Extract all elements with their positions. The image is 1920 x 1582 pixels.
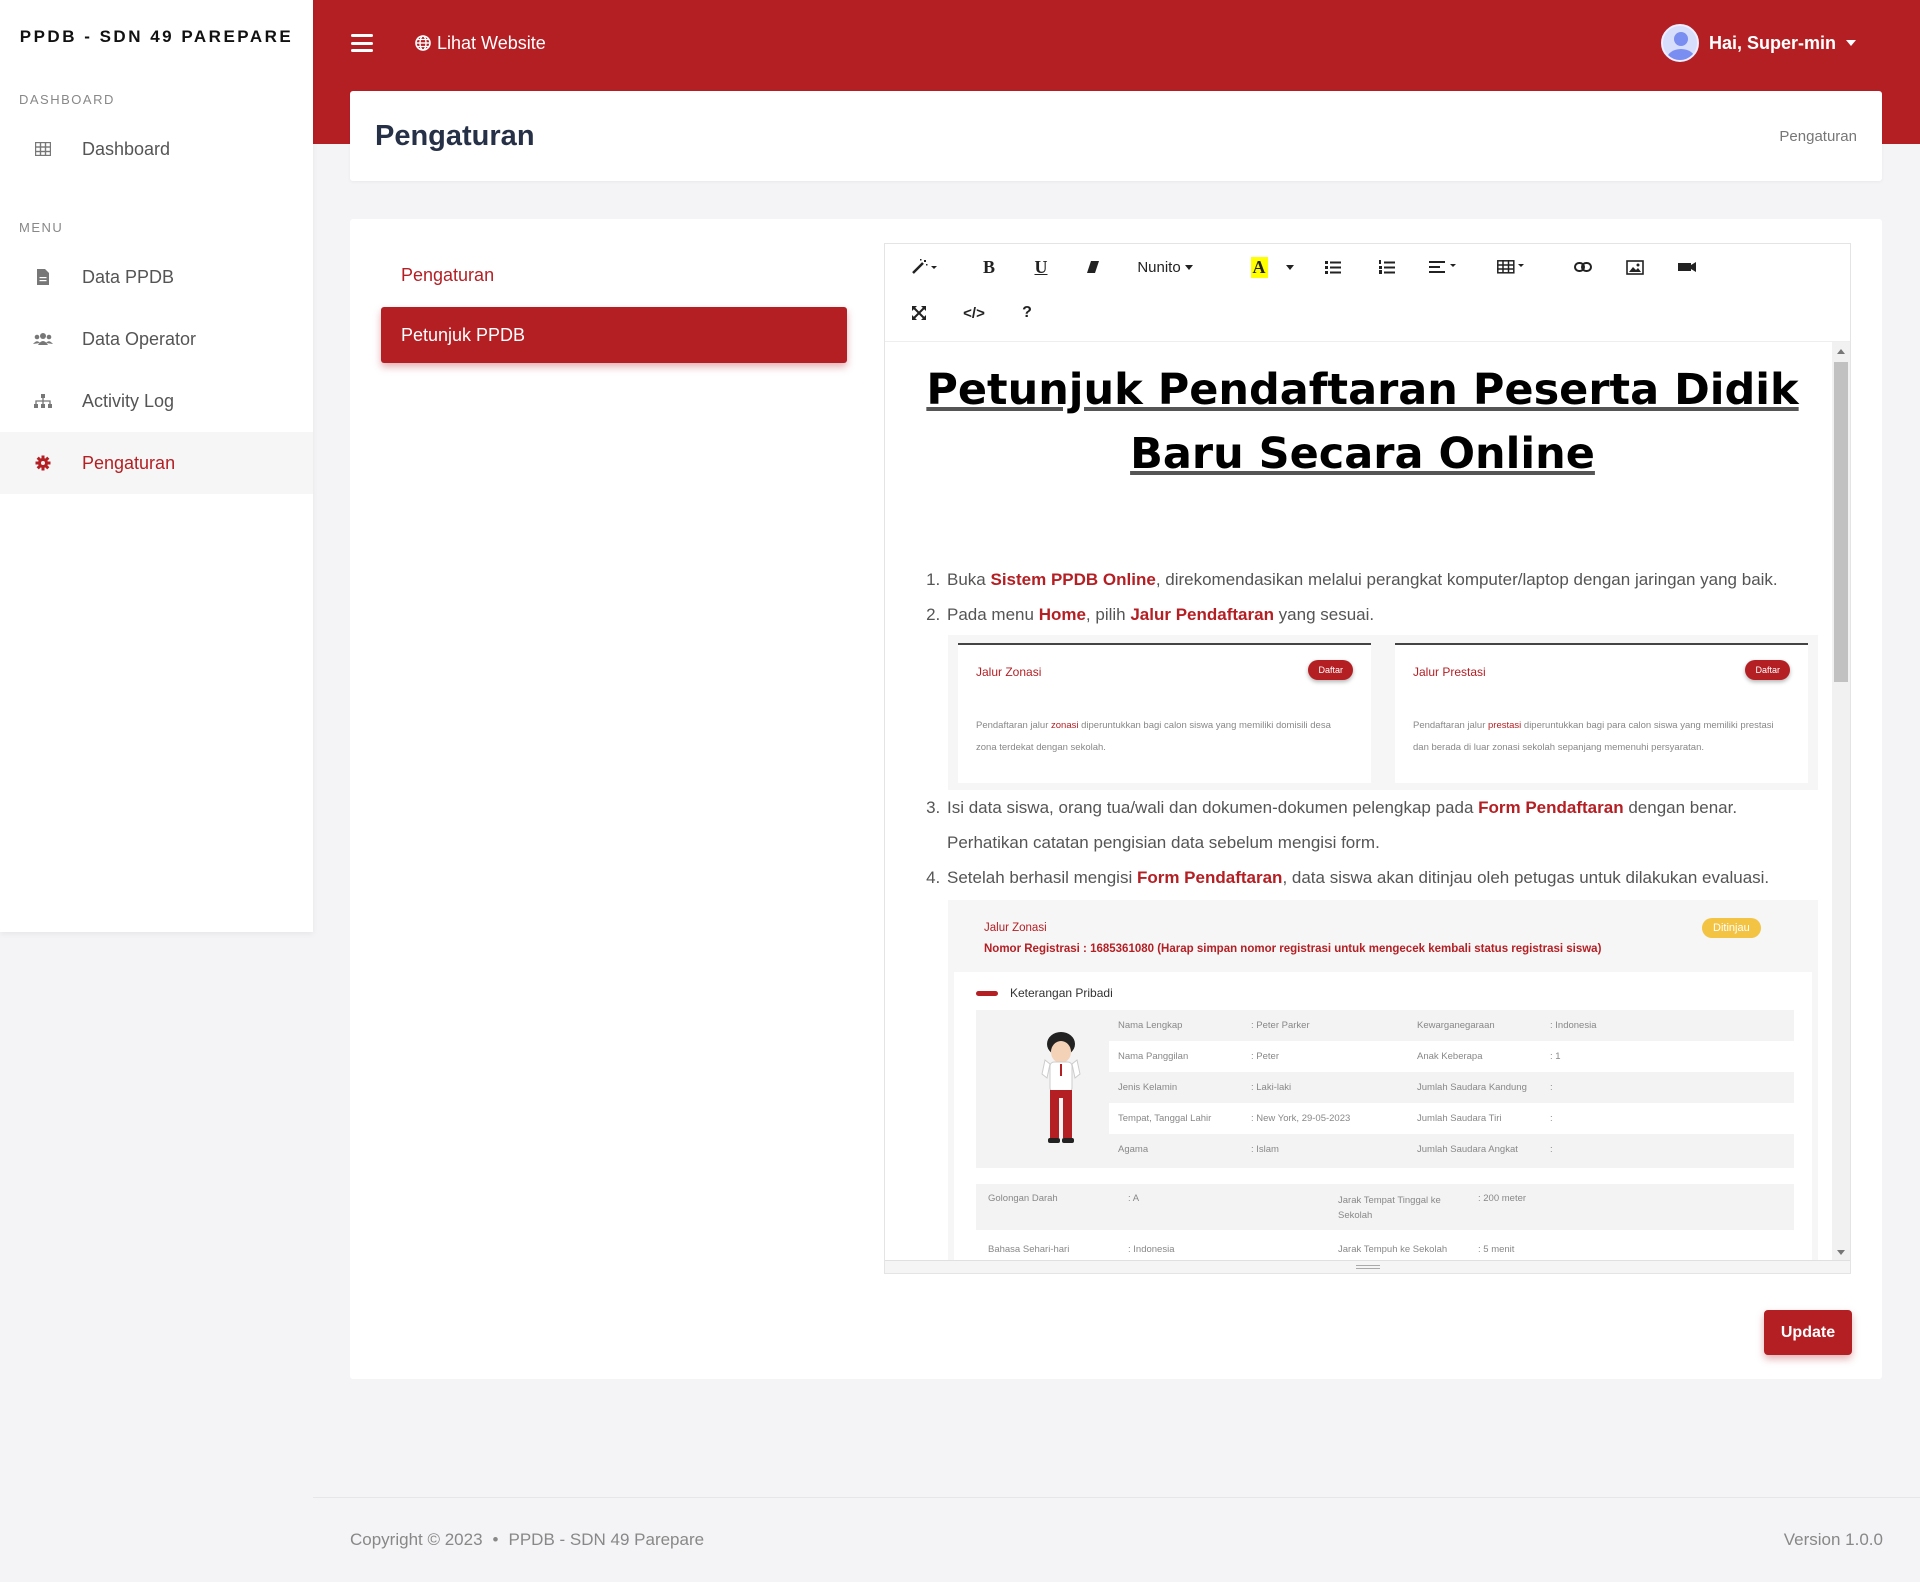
highlight-icon: A: [1250, 256, 1268, 278]
sidebar-item-label: Pengaturan: [82, 452, 176, 473]
sidebar-item-pengaturan[interactable]: Pengaturan: [0, 432, 313, 494]
sidebar-item-label: Activity Log: [82, 390, 175, 411]
info-row: Bahasa Sehari-hari: Indonesia Jarak Tempu…: [988, 1244, 1515, 1255]
ordered-list-icon[interactable]: [1375, 252, 1399, 282]
gear-icon: [33, 453, 53, 473]
update-button[interactable]: Update: [1764, 1310, 1852, 1355]
underline-button[interactable]: U: [1029, 252, 1053, 282]
brand-title[interactable]: PPDB - SDN 49 PAREPARE: [0, 0, 313, 74]
registration-number: Nomor Registrasi : 1685361080 (Harap sim…: [984, 943, 1602, 955]
user-menu[interactable]: Hai, Super-min: [1660, 24, 1856, 62]
settings-tabs: Pengaturan Petunjuk PPDB: [381, 249, 847, 363]
registration-header: Jalur Zonasi Nomor Registrasi : 16853610…: [984, 918, 1601, 960]
jalur-title: Jalur Zonasi: [976, 665, 1042, 679]
footer-separator: •: [492, 1530, 499, 1549]
editor-scrollbar[interactable]: [1832, 342, 1850, 1262]
jalur-screenshot: Jalur Zonasi Daftar Pendaftaran jalur zo…: [948, 635, 1818, 790]
align-icon[interactable]: [1425, 252, 1461, 282]
registration-body: Keterangan Pribadi Nama Lengkap: Peter …: [954, 972, 1812, 1262]
sidebar-item-data-ppdb[interactable]: Data PPDB: [0, 246, 313, 308]
list-item: Buka Sistem PPDB Online, direkomendasika…: [945, 562, 1815, 597]
jalur-description: Pendaftaran jalur zonasi diperuntukkan b…: [976, 720, 1331, 753]
registration-screenshot: Jalur Zonasi Nomor Registrasi : 16853610…: [948, 900, 1818, 1262]
chevron-down-icon: [1846, 40, 1856, 46]
footer-app-name: PPDB - SDN 49 Parepare: [508, 1530, 705, 1549]
info-row: Agama: Islam Jumlah Saudara Angkat:: [1109, 1134, 1794, 1165]
info-row: Nama Lengkap: Peter Parker Kewarganegaraa…: [1109, 1010, 1794, 1041]
info-row: Tempat, Tanggal Lahir: New York, 29-05-2…: [1109, 1103, 1794, 1134]
view-website-link[interactable]: Lihat Website: [415, 33, 546, 54]
section-heading: Keterangan Pribadi: [976, 986, 1113, 1000]
scroll-down-icon[interactable]: [1837, 1250, 1845, 1255]
avatar: [1660, 24, 1699, 62]
tab-petunjuk-ppdb[interactable]: Petunjuk PPDB: [381, 307, 847, 363]
registration-jalur: Jalur Zonasi: [984, 922, 1047, 934]
settings-card: Pengaturan Petunjuk PPDB B U Nunito A </…: [350, 219, 1882, 1379]
student-illustration: [1041, 1032, 1081, 1143]
sidebar-item-label: Data Operator: [82, 328, 197, 349]
editor-toolbar: B U Nunito A </> ?: [885, 244, 1850, 342]
globe-icon: [415, 35, 431, 51]
page-header: Pengaturan Pengaturan: [350, 91, 1882, 181]
editor-resize-handle[interactable]: [885, 1260, 1850, 1273]
jalur-card: Jalur Prestasi Daftar Pendaftaran jalur …: [1395, 643, 1808, 783]
unordered-list-icon[interactable]: [1321, 252, 1345, 282]
page-title: Pengaturan: [375, 119, 535, 152]
info-row: Nama Panggilan: Peter Anak Keberapa: 1: [1109, 1041, 1794, 1072]
section-label-menu: MENU: [19, 220, 64, 235]
tab-pengaturan[interactable]: Pengaturan: [381, 249, 847, 301]
jalur-title: Jalur Prestasi: [1413, 665, 1486, 679]
image-icon[interactable]: [1623, 252, 1647, 282]
section-label-dashboard: DASHBOARD: [19, 92, 115, 107]
sidebar-item-label: Dashboard: [82, 138, 171, 159]
daftar-button: Daftar: [1308, 660, 1353, 680]
status-badge: Ditinjau: [1702, 918, 1761, 938]
footer-version: Version 1.0.0: [1783, 1530, 1883, 1549]
menu-toggle-icon[interactable]: [351, 34, 373, 52]
help-button[interactable]: ?: [1015, 298, 1039, 328]
jalur-description: Pendaftaran jalur prestasi diperuntukkan…: [1413, 720, 1774, 753]
view-website-label: Lihat Website: [437, 32, 546, 53]
breadcrumb: Pengaturan: [1779, 127, 1857, 145]
scrollbar-thumb[interactable]: [1834, 362, 1848, 682]
top-navbar: Lihat Website Hai, Super-min: [313, 0, 1920, 86]
eraser-icon[interactable]: [1081, 252, 1105, 282]
document-title: Petunjuk Pendaftaran Peserta Didik Baru …: [926, 365, 1799, 479]
info-row: Jenis Kelamin: Laki-laki Jumlah Saudara K…: [1109, 1072, 1794, 1103]
sidebar: PPDB - SDN 49 PAREPARE DASHBOARD Dashboa…: [0, 0, 313, 932]
sitemap-icon: [33, 391, 53, 411]
list-item: Pada menu Home, pilih Jalur Pendaftaran …: [945, 597, 1815, 632]
personal-info: Nama Lengkap: Peter Parker Kewarganegaraa…: [976, 1010, 1794, 1168]
info-row: Golongan Darah: A Jarak Tempat Tinggal ke…: [976, 1184, 1794, 1230]
editor-content[interactable]: Petunjuk Pendaftaran Peserta Didik Baru …: [885, 342, 1850, 1262]
list-item: Isi data siswa, orang tua/wali dan dokum…: [945, 790, 1815, 860]
footer: Copyright © 2023 • PPDB - SDN 49 Parepar…: [313, 1497, 1920, 1582]
link-icon[interactable]: [1571, 252, 1595, 282]
video-icon[interactable]: [1675, 252, 1699, 282]
daftar-button: Daftar: [1745, 660, 1790, 680]
font-family-select[interactable]: Nunito: [1125, 252, 1205, 282]
chevron-down-icon: [1184, 264, 1193, 270]
text-color-button[interactable]: A: [1245, 252, 1273, 282]
users-icon: [33, 329, 53, 349]
magic-style-icon[interactable]: [907, 252, 941, 282]
font-family-value: Nunito: [1137, 258, 1181, 276]
user-greeting: Hai, Super-min: [1708, 32, 1836, 53]
rich-text-editor[interactable]: B U Nunito A </> ? Petunjuk Pendaftaran …: [884, 243, 1851, 1274]
sidebar-item-data-operator[interactable]: Data Operator: [0, 308, 313, 370]
table-icon: [33, 139, 53, 159]
fullscreen-icon[interactable]: [907, 298, 931, 328]
jalur-card: Jalur Zonasi Daftar Pendaftaran jalur zo…: [958, 643, 1371, 783]
list-item: Setelah berhasil mengisi Form Pendaftara…: [945, 860, 1815, 895]
scroll-up-icon[interactable]: [1837, 349, 1845, 354]
chevron-down-icon[interactable]: [1283, 252, 1297, 282]
file-icon: [33, 267, 53, 287]
footer-copyright: Copyright © 2023: [350, 1530, 483, 1549]
table-insert-icon[interactable]: [1493, 252, 1529, 282]
code-view-button[interactable]: </>: [957, 298, 991, 328]
sidebar-item-label: Data PPDB: [82, 266, 175, 287]
sidebar-item-activity-log[interactable]: Activity Log: [0, 370, 313, 432]
sidebar-item-dashboard[interactable]: Dashboard: [0, 118, 313, 180]
bold-button[interactable]: B: [977, 252, 1001, 282]
